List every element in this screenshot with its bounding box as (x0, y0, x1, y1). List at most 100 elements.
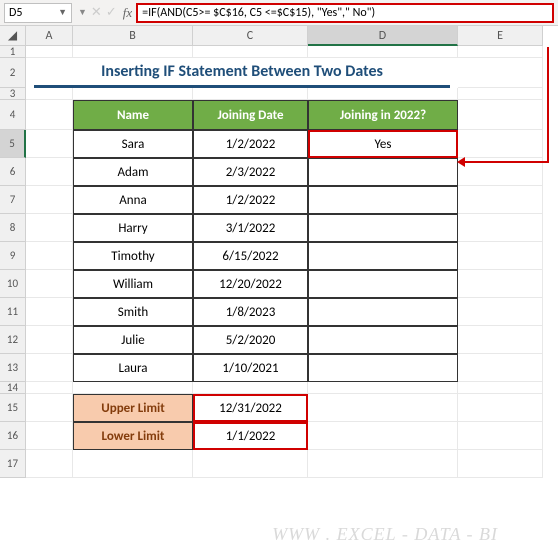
dropdown-icon[interactable]: ▼ (78, 7, 87, 18)
row-header-8[interactable]: 8 (0, 214, 26, 242)
row-header-16[interactable]: 16 (0, 422, 26, 450)
cell-d10[interactable] (308, 270, 458, 298)
cell-c6[interactable]: 2/3/2022 (193, 158, 308, 186)
cell-a17[interactable] (26, 450, 73, 478)
cell-a4[interactable] (26, 100, 73, 130)
cell-a10[interactable] (26, 270, 73, 298)
cell-d6[interactable] (308, 158, 458, 186)
cell-e10[interactable] (458, 270, 543, 298)
lower-limit-label[interactable]: Lower Limit (73, 422, 193, 450)
cell-e15[interactable] (458, 394, 543, 422)
cell-e1[interactable] (458, 46, 543, 58)
cell-e9[interactable] (458, 242, 543, 270)
cell-e14[interactable] (458, 382, 543, 394)
header-name[interactable]: Name (73, 100, 193, 130)
cell-c13[interactable]: 1/10/2021 (193, 354, 308, 382)
cell-a16[interactable] (26, 422, 73, 450)
row-header-4[interactable]: 4 (0, 100, 26, 130)
cell-e8[interactable] (458, 214, 543, 242)
cell-a13[interactable] (26, 354, 73, 382)
cell-e16[interactable] (458, 422, 543, 450)
cell-d12[interactable] (308, 326, 458, 354)
cell-c12[interactable]: 5/2/2020 (193, 326, 308, 354)
row-header-10[interactable]: 10 (0, 270, 26, 298)
cell-d14[interactable] (308, 382, 458, 394)
cell-b13[interactable]: Laura (73, 354, 193, 382)
col-header-e[interactable]: E (458, 26, 543, 46)
cell-c7[interactable]: 1/2/2022 (193, 186, 308, 214)
row-header-13[interactable]: 13 (0, 354, 26, 382)
cell-a7[interactable] (26, 186, 73, 214)
cell-a14[interactable] (26, 382, 73, 394)
cell-d17[interactable] (308, 450, 458, 478)
cell-e2[interactable] (458, 58, 543, 88)
cell-c9[interactable]: 6/15/2022 (193, 242, 308, 270)
cell-d16[interactable] (308, 422, 458, 450)
col-header-b[interactable]: B (73, 26, 193, 46)
col-header-a[interactable]: A (26, 26, 73, 46)
col-header-c[interactable]: C (193, 26, 308, 46)
row-header-1[interactable]: 1 (0, 46, 26, 58)
cell-c5[interactable]: 1/2/2022 (193, 130, 308, 158)
row-header-6[interactable]: 6 (0, 158, 26, 186)
cell-a11[interactable] (26, 298, 73, 326)
name-box[interactable]: D5 ▼ (4, 3, 72, 23)
cell-c11[interactable]: 1/8/2023 (193, 298, 308, 326)
header-result[interactable]: Joining in 2022? (308, 100, 458, 130)
cell-d15[interactable] (308, 394, 458, 422)
cell-d8[interactable] (308, 214, 458, 242)
cell-e4[interactable] (458, 100, 543, 130)
row-header-3[interactable]: 3 (0, 88, 26, 100)
cell-e5[interactable] (458, 130, 543, 158)
cell-a1[interactable] (26, 46, 73, 58)
cell-b11[interactable]: Smith (73, 298, 193, 326)
cell-e11[interactable] (458, 298, 543, 326)
cell-e3[interactable] (458, 88, 543, 100)
cell-e7[interactable] (458, 186, 543, 214)
cell-e13[interactable] (458, 354, 543, 382)
cell-b8[interactable]: Harry (73, 214, 193, 242)
cell-d5-selected[interactable]: Yes (308, 130, 458, 158)
cell-b17[interactable] (73, 450, 193, 478)
cell-c3[interactable] (193, 88, 308, 100)
col-header-d[interactable]: D (308, 26, 458, 46)
row-header-11[interactable]: 11 (0, 298, 26, 326)
cell-a5[interactable] (26, 130, 73, 158)
row-header-2[interactable]: 2 (0, 58, 26, 88)
cell-b10[interactable]: William (73, 270, 193, 298)
name-box-dropdown-icon[interactable]: ▼ (58, 7, 67, 18)
cell-b12[interactable]: Julie (73, 326, 193, 354)
fx-label[interactable]: fx (123, 5, 132, 21)
cell-b6[interactable]: Adam (73, 158, 193, 186)
cell-b3[interactable] (73, 88, 193, 100)
cell-d7[interactable] (308, 186, 458, 214)
row-header-9[interactable]: 9 (0, 242, 26, 270)
cell-a8[interactable] (26, 214, 73, 242)
row-header-17[interactable]: 17 (0, 450, 26, 478)
cell-b14[interactable] (73, 382, 193, 394)
cell-d1[interactable] (308, 46, 458, 58)
cell-b9[interactable]: Timothy (73, 242, 193, 270)
cell-d9[interactable] (308, 242, 458, 270)
cell-b7[interactable]: Anna (73, 186, 193, 214)
cell-b1[interactable] (73, 46, 193, 58)
select-all-corner[interactable]: ◢ (0, 26, 26, 46)
cell-d3[interactable] (308, 88, 458, 100)
cell-d11[interactable] (308, 298, 458, 326)
row-header-14[interactable]: 14 (0, 382, 26, 394)
header-date[interactable]: Joining Date (193, 100, 308, 130)
cell-c17[interactable] (193, 450, 308, 478)
cell-c14[interactable] (193, 382, 308, 394)
cell-a12[interactable] (26, 326, 73, 354)
cell-e12[interactable] (458, 326, 543, 354)
upper-limit-value[interactable]: 12/31/2022 (193, 394, 308, 422)
upper-limit-label[interactable]: Upper Limit (73, 394, 193, 422)
cell-c8[interactable]: 3/1/2022 (193, 214, 308, 242)
cell-a9[interactable] (26, 242, 73, 270)
cell-a3[interactable] (26, 88, 73, 100)
row-header-7[interactable]: 7 (0, 186, 26, 214)
cancel-icon[interactable]: ✕ (91, 5, 102, 20)
cell-a6[interactable] (26, 158, 73, 186)
cell-d13[interactable] (308, 354, 458, 382)
cell-c1[interactable] (193, 46, 308, 58)
